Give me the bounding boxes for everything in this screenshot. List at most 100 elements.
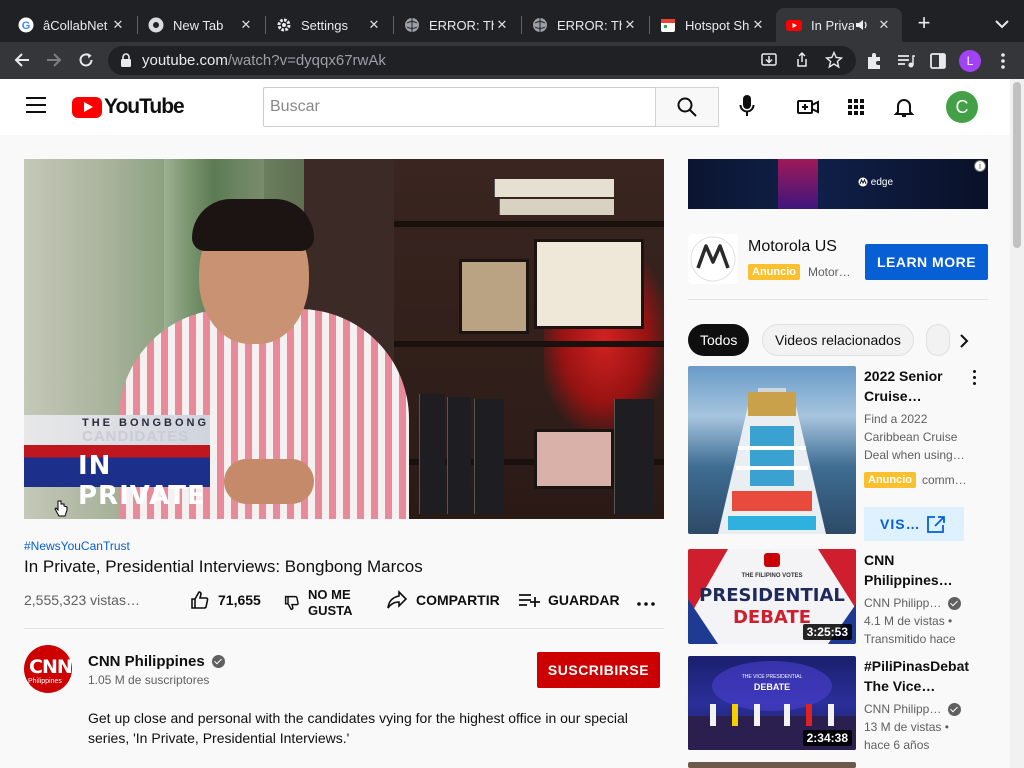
- related-thumbnail[interactable]: THE VICE PRESIDENTIAL DEBATE 2:34:38: [688, 656, 856, 750]
- back-arrow-icon[interactable]: [10, 48, 34, 72]
- close-icon[interactable]: ✕: [622, 17, 638, 33]
- search-input[interactable]: Buscar: [263, 87, 656, 127]
- close-icon[interactable]: ✕: [750, 17, 766, 33]
- browser-tab-active[interactable]: In Priva ✕: [776, 8, 902, 42]
- book: [494, 179, 614, 197]
- learn-more-button[interactable]: LEARN MORE: [865, 244, 988, 280]
- profile-avatar[interactable]: L: [959, 50, 981, 72]
- browser-tab[interactable]: Hotspot Sh ✕: [650, 8, 776, 42]
- youtube-header: YouTube Buscar C: [0, 79, 1010, 135]
- microphone-button[interactable]: [733, 91, 761, 121]
- thumb-text-line3: DEBATE: [733, 607, 811, 628]
- close-icon[interactable]: ✕: [110, 17, 126, 33]
- video-description[interactable]: Get up close and personal with the candi…: [88, 708, 648, 748]
- related-description-line1: Find a 2022: [864, 412, 928, 426]
- reload-icon[interactable]: [74, 48, 98, 72]
- like-button[interactable]: 71,655: [190, 590, 261, 610]
- show-graphic-line2: CANDIDATES: [82, 428, 190, 445]
- related-channel-name: CNN Philipp…: [864, 596, 942, 610]
- ad-banner[interactable]: edge: [688, 159, 988, 209]
- kebab-menu-icon[interactable]: [972, 370, 978, 388]
- kebab-menu-icon[interactable]: [993, 51, 1013, 71]
- chip-related-videos[interactable]: Videos relacionados: [762, 324, 914, 356]
- close-icon[interactable]: ✕: [494, 17, 510, 33]
- chip-todos[interactable]: Todos: [688, 324, 750, 356]
- new-tab-button[interactable]: +: [912, 12, 936, 36]
- scrollbar-thumb[interactable]: [1013, 82, 1021, 248]
- more-actions-icon[interactable]: [636, 594, 656, 617]
- chevron-right-icon[interactable]: [954, 332, 974, 350]
- url-text[interactable]: youtube.com/watch?v=dyqqx67rwAk: [142, 52, 386, 69]
- related-thumbnail[interactable]: THE FILIPINO VOTES PRESIDENTIAL DEBATE 3…: [688, 549, 856, 644]
- youtube-logo[interactable]: YouTube: [72, 95, 185, 118]
- chevron-down-icon[interactable]: [990, 14, 1014, 34]
- related-description: Find a 2022 Caribbean Cruise Deal when u…: [864, 410, 976, 464]
- notifications-bell-icon[interactable]: [892, 95, 916, 119]
- book: [499, 199, 614, 215]
- close-icon[interactable]: ✕: [238, 17, 254, 33]
- globe-icon: [532, 17, 548, 33]
- speaker-icon[interactable]: [854, 17, 870, 33]
- apps-grid-icon[interactable]: [844, 95, 868, 119]
- side-panel-icon[interactable]: [928, 51, 948, 71]
- advertiser-name[interactable]: Motorola US: [748, 238, 837, 256]
- share-icon[interactable]: [793, 51, 811, 69]
- browser-tab[interactable]: Settings ✕: [266, 8, 392, 42]
- extensions-puzzle-icon[interactable]: [864, 51, 884, 71]
- related-title[interactable]: 2022 Senior Cruise…: [864, 366, 976, 406]
- save-button[interactable]: GUARDAR: [518, 590, 620, 610]
- video-duration: 3:25:53: [802, 624, 852, 640]
- calendar-icon: [660, 17, 676, 33]
- close-icon[interactable]: ✕: [876, 17, 892, 33]
- install-icon[interactable]: [760, 51, 778, 69]
- related-channel[interactable]: CNN Philipp…: [864, 700, 968, 718]
- lock-icon[interactable]: [120, 53, 132, 73]
- search-button[interactable]: [655, 87, 719, 127]
- video-player[interactable]: THE BONGBONG CANDIDATES IN PRIVATE: [24, 159, 664, 519]
- book: [474, 399, 504, 514]
- related-title[interactable]: #PiliPinasDebat The Vice…: [864, 656, 994, 696]
- motorola-logo[interactable]: [688, 234, 738, 284]
- related-title[interactable]: CNN Philippines…: [864, 550, 976, 590]
- section-divider: [688, 299, 988, 300]
- visit-site-button[interactable]: VIS…: [864, 507, 964, 541]
- forward-arrow-icon[interactable]: [42, 48, 66, 72]
- thumb-text-line2: PRESIDENTIAL: [699, 585, 845, 606]
- related-channel[interactable]: CNN Philipp…: [864, 594, 968, 612]
- thumb-text-line1: THE VICE PRESIDENTIAL: [742, 674, 803, 680]
- svg-text:G: G: [22, 20, 31, 32]
- browser-tab[interactable]: ERROR: Th ✕: [394, 8, 520, 42]
- address-bar[interactable]: youtube.com/watch?v=dyqqx67rwAk: [108, 46, 856, 75]
- browser-tab[interactable]: New Tab ✕: [138, 8, 264, 42]
- dislike-button[interactable]: NO ME GUSTA: [284, 587, 353, 619]
- external-link-icon: [926, 515, 946, 536]
- globe-icon: [404, 17, 420, 33]
- shelf-line: [394, 221, 664, 227]
- related-thumbnail[interactable]: [688, 366, 856, 534]
- account-avatar[interactable]: C: [946, 91, 978, 123]
- dislike-label: NO ME GUSTA: [308, 587, 353, 619]
- browser-tab[interactable]: G âCollabNet ✕: [8, 8, 136, 42]
- channel-avatar[interactable]: CNN Philippines: [24, 645, 73, 693]
- media-controls-icon[interactable]: [896, 51, 916, 71]
- hamburger-menu-icon[interactable]: [26, 97, 46, 115]
- dislike-label-line2: GUSTA: [308, 603, 353, 618]
- ad-banner-glow: [778, 159, 818, 209]
- related-thumbnail[interactable]: [688, 762, 856, 768]
- shelf-line: [394, 341, 664, 347]
- subscribe-button[interactable]: SUSCRIBIRSE: [537, 652, 660, 688]
- browser-tab[interactable]: ERROR: Th ✕: [522, 8, 648, 42]
- chip-partial[interactable]: [926, 324, 950, 356]
- google-icon: G: [18, 17, 34, 33]
- channel-name[interactable]: CNN Philippines: [88, 653, 225, 670]
- view-count[interactable]: 2,555,323 vistas…: [24, 592, 140, 608]
- show-graphic-line3: IN PRIVATE: [78, 451, 206, 511]
- close-icon[interactable]: ✕: [366, 17, 382, 33]
- dislike-label-line1: NO ME: [308, 587, 351, 602]
- create-video-icon[interactable]: [796, 95, 820, 119]
- share-button[interactable]: COMPARTIR: [386, 590, 500, 610]
- video-hashtag-link[interactable]: #NewsYouCanTrust: [24, 539, 130, 553]
- bookmark-star-icon[interactable]: [824, 50, 844, 69]
- ad-info-icon[interactable]: i: [974, 160, 986, 172]
- youtube-play-logo-icon: [72, 96, 102, 118]
